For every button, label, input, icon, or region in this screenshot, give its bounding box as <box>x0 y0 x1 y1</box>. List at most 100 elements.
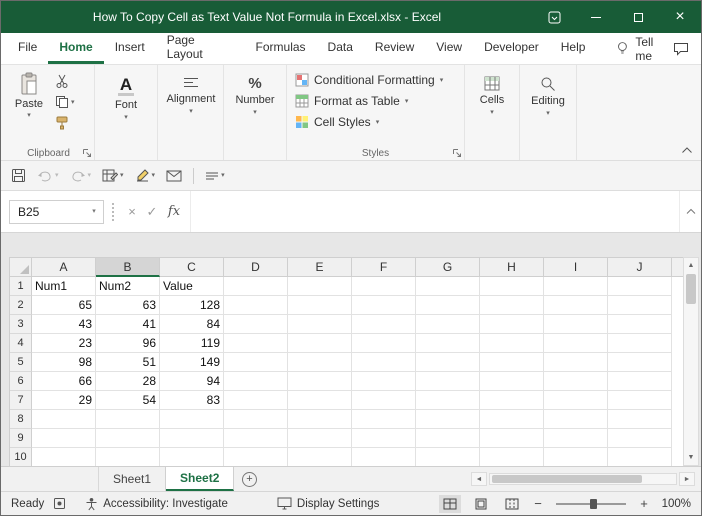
cell-A8[interactable] <box>32 410 96 429</box>
cell-J1[interactable] <box>608 277 672 296</box>
tab-home[interactable]: Home <box>48 33 103 64</box>
cell-G7[interactable] <box>416 391 480 410</box>
cell-F5[interactable] <box>352 353 416 372</box>
expand-formula-bar-button[interactable] <box>679 191 701 232</box>
vertical-scroll-thumb[interactable] <box>686 274 696 304</box>
row-header-6[interactable]: 6 <box>10 372 32 391</box>
cell-G2[interactable] <box>416 296 480 315</box>
undo-button[interactable]: ▾ <box>37 169 59 183</box>
cell-E2[interactable] <box>288 296 352 315</box>
cell-E8[interactable] <box>288 410 352 429</box>
cell-G10[interactable] <box>416 448 480 466</box>
save-button[interactable] <box>11 168 26 183</box>
conditional-formatting-button[interactable]: Conditional Formatting ▾ <box>291 70 460 90</box>
tab-insert[interactable]: Insert <box>104 33 156 64</box>
styles-dialog-launcher[interactable] <box>452 148 462 158</box>
copy-button[interactable]: ▾ <box>53 93 77 111</box>
column-header-A[interactable]: A <box>32 258 96 277</box>
cells-menu-button[interactable]: Cells ▾ <box>469 68 515 116</box>
cell-A9[interactable] <box>32 429 96 448</box>
insert-function-button[interactable]: fx <box>162 204 186 219</box>
cell-B8[interactable] <box>96 410 160 429</box>
cell-A4[interactable]: 23 <box>32 334 96 353</box>
cell-I7[interactable] <box>544 391 608 410</box>
cell-E4[interactable] <box>288 334 352 353</box>
cell-D7[interactable] <box>224 391 288 410</box>
cell-B7[interactable]: 54 <box>96 391 160 410</box>
macro-record-button[interactable] <box>53 497 66 510</box>
cell-G4[interactable] <box>416 334 480 353</box>
name-box[interactable]: B25 ▾ <box>9 200 104 224</box>
cell-H10[interactable] <box>480 448 544 466</box>
cell-G5[interactable] <box>416 353 480 372</box>
cell-D1[interactable] <box>224 277 288 296</box>
cell-G3[interactable] <box>416 315 480 334</box>
cell-F8[interactable] <box>352 410 416 429</box>
cell-A7[interactable]: 29 <box>32 391 96 410</box>
cell-F3[interactable] <box>352 315 416 334</box>
cell-H3[interactable] <box>480 315 544 334</box>
row-header-1[interactable]: 1 <box>10 277 32 296</box>
cell-B3[interactable]: 41 <box>96 315 160 334</box>
cell-B6[interactable]: 28 <box>96 372 160 391</box>
alignment-menu-button[interactable]: Alignment ▾ <box>162 68 220 115</box>
cell-C5[interactable]: 149 <box>160 353 224 372</box>
scroll-left-arrow[interactable]: ◄ <box>471 472 487 486</box>
new-sheet-button[interactable]: + <box>234 467 264 491</box>
font-menu-button[interactable]: A Font ▾ <box>99 68 153 121</box>
tab-review[interactable]: Review <box>364 33 425 64</box>
collapse-ribbon-button[interactable] <box>681 146 693 154</box>
cell-I1[interactable] <box>544 277 608 296</box>
cell-H1[interactable] <box>480 277 544 296</box>
cell-C8[interactable] <box>160 410 224 429</box>
normal-view-button[interactable] <box>439 495 461 513</box>
sheet-tab-sheet1[interactable]: Sheet1 <box>99 467 166 491</box>
scroll-right-arrow[interactable]: ► <box>679 472 695 486</box>
cell-J4[interactable] <box>608 334 672 353</box>
cell-C3[interactable]: 84 <box>160 315 224 334</box>
cell-A2[interactable]: 65 <box>32 296 96 315</box>
cell-E9[interactable] <box>288 429 352 448</box>
redo-button[interactable]: ▾ <box>70 169 92 183</box>
formula-input[interactable] <box>190 191 679 232</box>
customize-qat-button[interactable]: ▾ <box>205 170 225 182</box>
comments-button[interactable] <box>673 33 695 64</box>
cell-C1[interactable]: Value <box>160 277 224 296</box>
cell-I4[interactable] <box>544 334 608 353</box>
cell-F9[interactable] <box>352 429 416 448</box>
cell-C4[interactable]: 119 <box>160 334 224 353</box>
ribbon-display-options-button[interactable] <box>533 1 575 33</box>
minimize-button[interactable] <box>575 1 617 33</box>
cell-E3[interactable] <box>288 315 352 334</box>
cell-I2[interactable] <box>544 296 608 315</box>
highlighter-button[interactable]: ▾ <box>135 168 156 183</box>
tab-data[interactable]: Data <box>317 33 364 64</box>
row-header-9[interactable]: 9 <box>10 429 32 448</box>
cell-G6[interactable] <box>416 372 480 391</box>
cell-E10[interactable] <box>288 448 352 466</box>
row-header-8[interactable]: 8 <box>10 410 32 429</box>
zoom-slider-thumb[interactable] <box>590 499 597 509</box>
format-painter-button[interactable] <box>53 114 77 132</box>
cell-A10[interactable] <box>32 448 96 466</box>
enter-formula-button[interactable]: ✓ <box>142 204 162 220</box>
column-header-G[interactable]: G <box>416 258 480 277</box>
select-all-corner[interactable] <box>10 258 32 277</box>
cut-button[interactable] <box>53 72 77 90</box>
cell-J8[interactable] <box>608 410 672 429</box>
paste-button[interactable]: Paste ▾ <box>7 68 51 132</box>
cell-F2[interactable] <box>352 296 416 315</box>
cell-B1[interactable]: Num2 <box>96 277 160 296</box>
zoom-slider[interactable] <box>556 503 626 505</box>
zoom-level[interactable]: 100% <box>659 498 691 510</box>
cell-A1[interactable]: Num1 <box>32 277 96 296</box>
cell-C7[interactable]: 83 <box>160 391 224 410</box>
cell-B4[interactable]: 96 <box>96 334 160 353</box>
cell-E5[interactable] <box>288 353 352 372</box>
cell-B5[interactable]: 51 <box>96 353 160 372</box>
display-settings-button[interactable]: Display Settings <box>277 497 379 510</box>
cell-J7[interactable] <box>608 391 672 410</box>
cell-F7[interactable] <box>352 391 416 410</box>
cell-D2[interactable] <box>224 296 288 315</box>
scroll-up-arrow[interactable]: ▲ <box>684 258 698 273</box>
